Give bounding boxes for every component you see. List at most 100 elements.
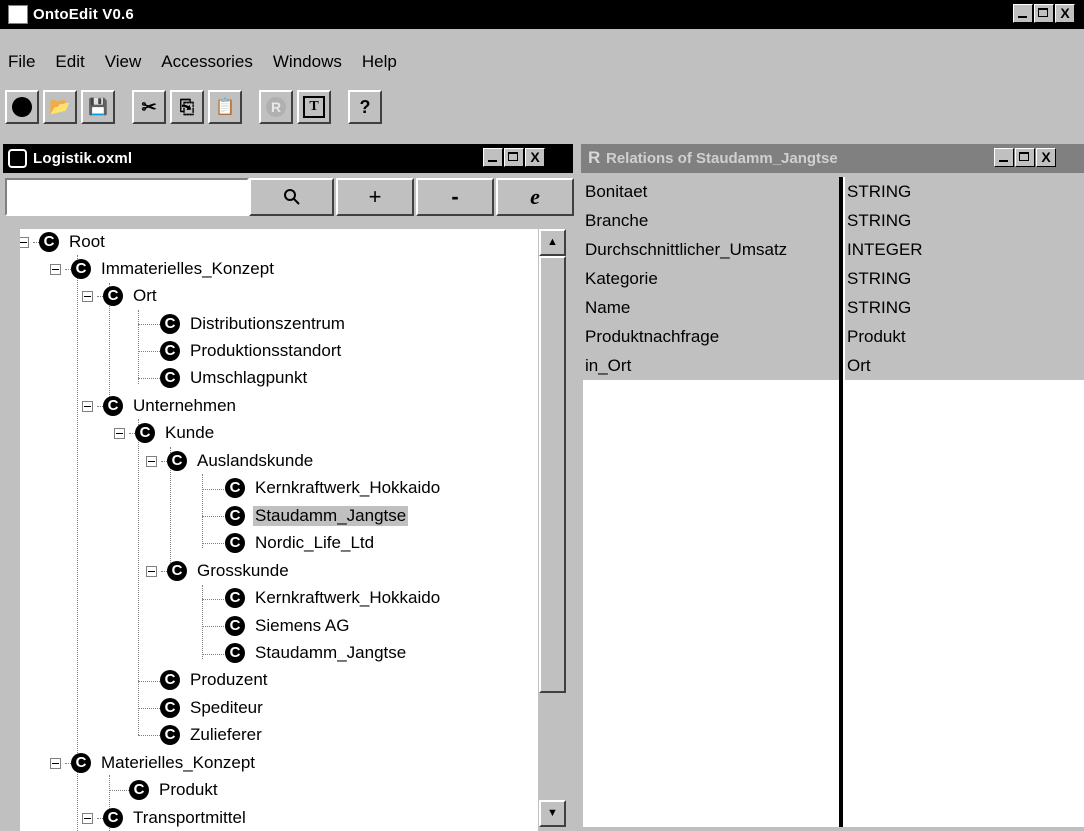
ontology-window-icon (8, 149, 27, 168)
tree-node-distributionszentrum[interactable]: C Distributionszentrum (160, 311, 347, 337)
add-button[interactable]: + (336, 178, 414, 216)
app-title: OntoEdit V0.6 (33, 6, 134, 23)
concept-icon: C (103, 396, 123, 416)
concept-icon: C (71, 753, 91, 773)
save-button[interactable]: 💾 (81, 90, 115, 124)
open-button[interactable]: 📂 (43, 90, 77, 124)
collapse-toggle[interactable] (50, 757, 61, 769)
menu-edit[interactable]: Edit (55, 52, 84, 72)
tree-node-produkt[interactable]: C Produkt (129, 777, 220, 803)
relation-button[interactable]: R (259, 90, 293, 124)
collapse-toggle[interactable] (50, 263, 61, 275)
close-button[interactable]: X (1055, 4, 1075, 23)
scroll-thumb[interactable] (539, 256, 566, 693)
tree-node-grosskunde[interactable]: C Grosskunde (146, 558, 291, 584)
collapse-toggle[interactable] (82, 400, 93, 412)
tree-node-umschlagpunkt[interactable]: C Umschlagpunkt (160, 365, 309, 391)
tree-node-nordic-life-ltd[interactable]: C Nordic_Life_Ltd (225, 530, 376, 556)
relation-name-cell[interactable]: in_Ort (583, 351, 839, 380)
tree-node-label: Kernkraftwerk_Hokkaido (255, 588, 441, 607)
paste-button[interactable]: 📋 (208, 90, 242, 124)
tree-node-label: Auslandskunde (197, 451, 314, 470)
tree-node-kunde[interactable]: C Kunde (114, 420, 216, 446)
tree-node-kernkraftwerk-hokkaido[interactable]: C Kernkraftwerk_Hokkaido (225, 475, 442, 501)
tree-node-label: Immaterielles_Konzept (101, 259, 274, 278)
tree-node-kernkraftwerk-hokkaido-2[interactable]: C Kernkraftwerk_Hokkaido (225, 585, 442, 611)
search-input[interactable] (5, 178, 249, 216)
relation-type-cell[interactable]: STRING (845, 177, 1084, 206)
menu-file[interactable]: File (8, 52, 35, 72)
tree-node-transportmittel[interactable]: C Transportmittel (82, 805, 248, 831)
ontology-minimize-button[interactable] (483, 148, 503, 167)
menu-help[interactable]: Help (362, 52, 397, 72)
tree-node-staudamm-jangtse-2[interactable]: C Staudamm_Jangtse (225, 640, 408, 666)
relations-minimize-button[interactable] (994, 148, 1014, 167)
relation-type-cell[interactable]: Produkt (845, 322, 1084, 351)
concept-icon: C (135, 423, 155, 443)
tree-node-materielles-konzept[interactable]: C Materielles_Konzept (50, 750, 257, 776)
remove-button[interactable]: - (416, 178, 494, 216)
relations-maximize-button[interactable] (1015, 148, 1035, 167)
relation-type-cell[interactable]: Ort (845, 351, 1084, 380)
app-icon[interactable] (8, 5, 28, 24)
relation-type-cell[interactable]: INTEGER (845, 235, 1084, 264)
relation-name-cell[interactable]: Branche (583, 206, 839, 235)
menu-view[interactable]: View (105, 52, 142, 72)
concept-icon: C (129, 780, 149, 800)
tree-node-produktionsstandort[interactable]: C Produktionsstandort (160, 338, 343, 364)
copy-button[interactable]: ⎘ (170, 90, 204, 124)
text-icon: T (303, 96, 325, 118)
scroll-up-button[interactable]: ▲ (539, 229, 566, 256)
relations-close-button[interactable]: X (1036, 148, 1056, 167)
cut-button[interactable]: ✂ (132, 90, 166, 124)
relation-type-cell[interactable]: STRING (845, 264, 1084, 293)
concept-icon: C (225, 478, 245, 498)
tree-node-zulieferer[interactable]: C Zulieferer (160, 722, 264, 748)
collapse-toggle[interactable] (82, 290, 93, 302)
tree-node-unternehmen[interactable]: C Unternehmen (82, 393, 238, 419)
tree-scrollbar[interactable]: ▲ ▼ (539, 229, 566, 827)
tree-node-auslandskunde[interactable]: C Auslandskunde (146, 448, 315, 474)
tree-node-staudamm-jangtse-selected[interactable]: C Staudamm_Jangtse (225, 503, 409, 529)
menu-accessories[interactable]: Accessories (161, 52, 253, 72)
relation-name-cell[interactable]: Name (583, 293, 839, 322)
maximize-icon (1038, 8, 1048, 17)
scroll-down-button[interactable]: ▼ (539, 800, 566, 827)
concept-icon: C (160, 314, 180, 334)
text-button[interactable]: T (297, 90, 331, 124)
relations-window-icon: R (588, 148, 601, 167)
tree-node-produzent[interactable]: C Produzent (160, 667, 270, 693)
relation-type-cell[interactable]: STRING (845, 206, 1084, 235)
new-ontology-button[interactable]: O (5, 90, 39, 124)
ontology-close-button[interactable]: X (525, 148, 545, 167)
relation-name-cell[interactable]: Produktnachfrage (583, 322, 839, 351)
tree-node-ort[interactable]: C Ort (82, 283, 159, 309)
collapse-toggle[interactable] (146, 455, 157, 467)
tree-node-spediteur[interactable]: C Spediteur (160, 695, 265, 721)
search-button[interactable] (249, 178, 334, 216)
menu-windows[interactable]: Windows (273, 52, 342, 72)
ontology-maximize-button[interactable] (504, 148, 524, 167)
edit-button[interactable]: e (496, 178, 574, 216)
relation-name-cell[interactable]: Bonitaet (583, 177, 839, 206)
collapse-toggle[interactable] (82, 812, 93, 824)
close-icon: X (1041, 149, 1051, 165)
minimize-icon (1018, 16, 1027, 18)
collapse-toggle[interactable] (146, 565, 157, 577)
tree-node-label: Umschlagpunkt (190, 368, 308, 387)
tree-node-label: Unternehmen (133, 396, 237, 415)
tree-node-label: Materielles_Konzept (101, 753, 256, 772)
relation-name-cell[interactable]: Durchschnittlicher_Umsatz (583, 235, 839, 264)
relation-type-cell[interactable]: STRING (845, 293, 1084, 322)
tree-node-immaterielles-konzept[interactable]: C Immaterielles_Konzept (50, 256, 276, 282)
e-label: e (530, 184, 540, 209)
tree-node-root[interactable]: C Root (20, 229, 107, 255)
collapse-toggle[interactable] (20, 236, 29, 248)
maximize-button[interactable] (1034, 4, 1054, 23)
concept-icon: C (225, 533, 245, 553)
minimize-button[interactable] (1013, 4, 1033, 23)
help-button[interactable]: ? (348, 90, 382, 124)
tree-node-siemens-ag[interactable]: C Siemens AG (225, 613, 352, 639)
relation-name-cell[interactable]: Kategorie (583, 264, 839, 293)
collapse-toggle[interactable] (114, 427, 125, 439)
